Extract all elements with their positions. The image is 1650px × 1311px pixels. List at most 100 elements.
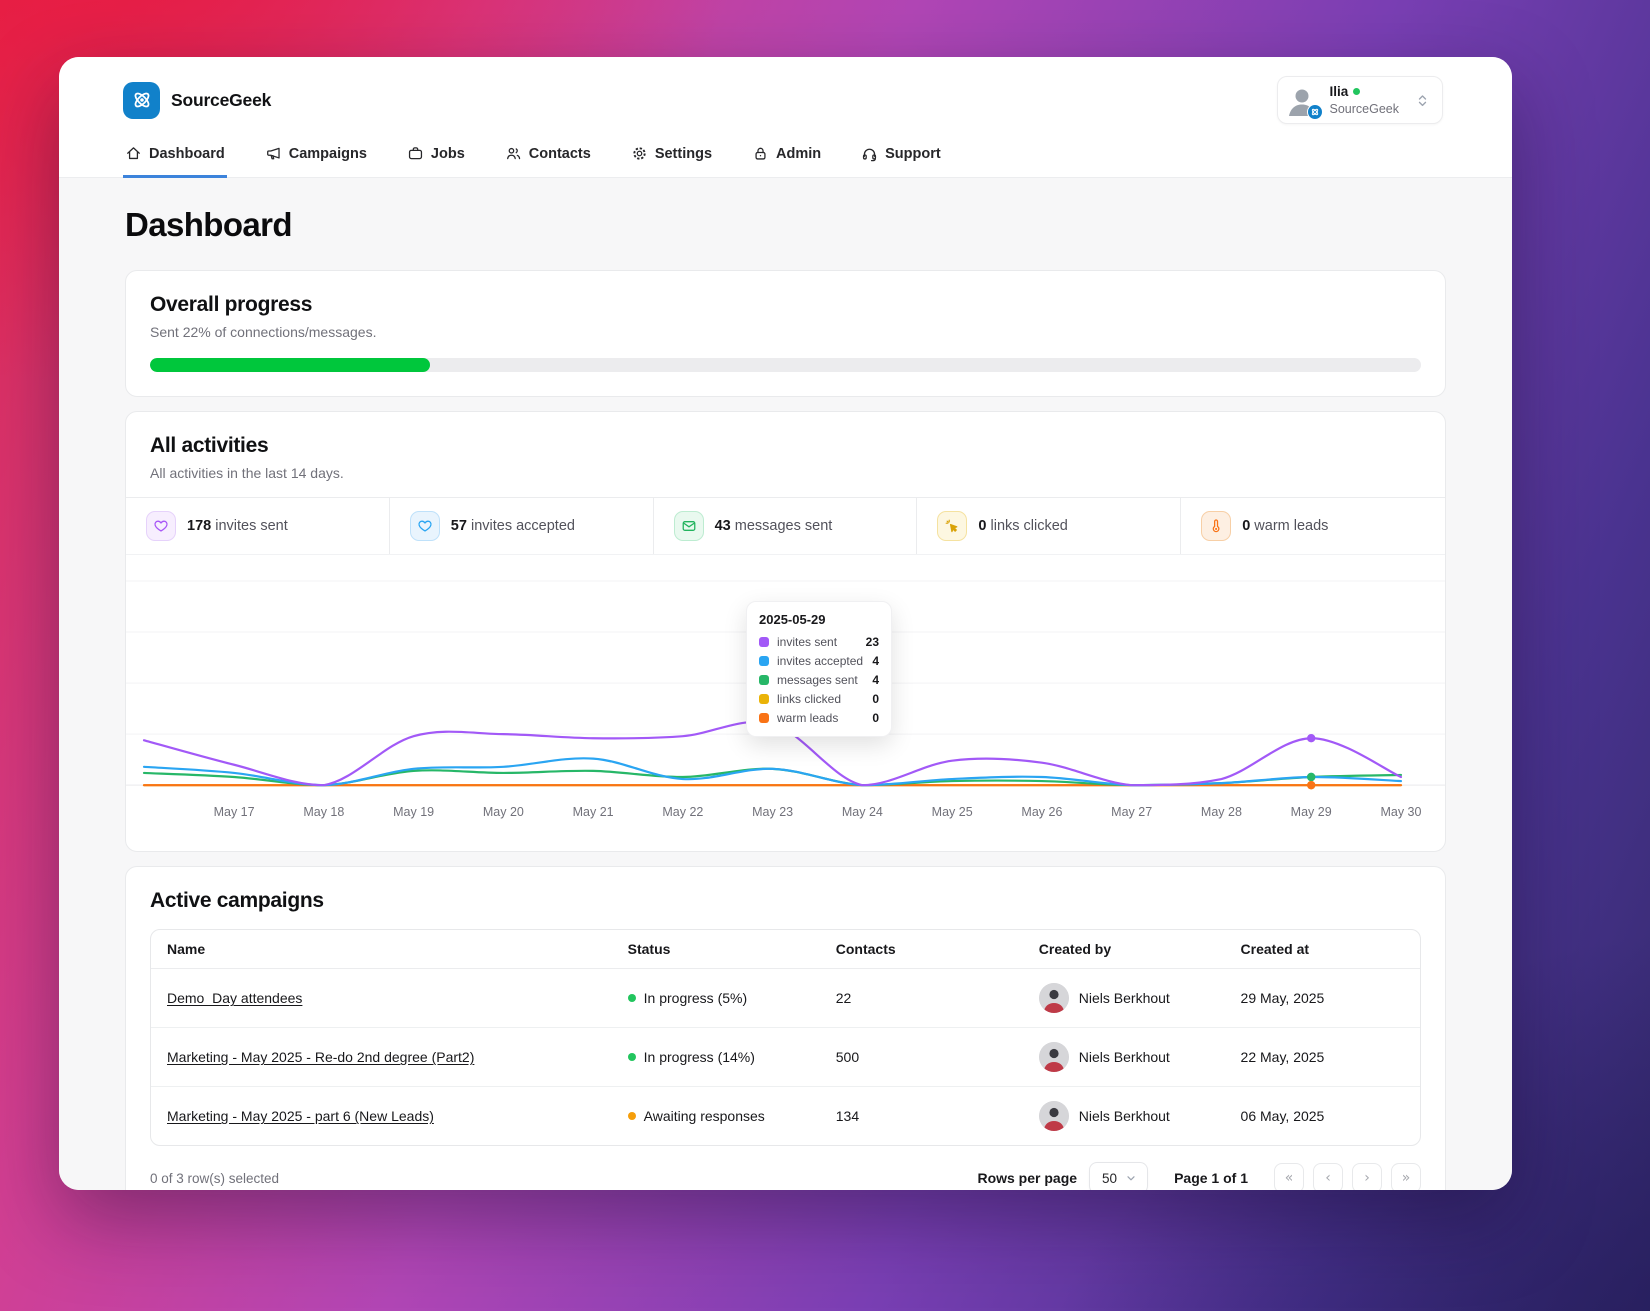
svg-text:May 26: May 26 — [1021, 805, 1062, 819]
series-swatch — [759, 637, 769, 647]
table-row: Marketing - May 2025 - part 6 (New Leads… — [151, 1087, 1420, 1145]
stat-invites-sent: 178 invites sent — [126, 498, 390, 554]
chart-tooltip: 2025-05-29 invites sent 23 invites accept… — [746, 601, 892, 737]
campaigns-table: Name Status Contacts Created by Created … — [150, 929, 1421, 1147]
contacts-count: 500 — [835, 1049, 860, 1066]
briefcase-icon — [408, 147, 423, 160]
headset-icon — [863, 148, 877, 162]
active-campaigns-title: Active campaigns — [150, 889, 324, 913]
avatar-org-badge-icon — [1306, 104, 1323, 120]
app-header: SourceGeek Ilia SourceGeek Dashboard Cam… — [59, 57, 1512, 178]
svg-text:May 25: May 25 — [932, 805, 973, 819]
status-dot — [627, 1053, 636, 1062]
contacts-count: 22 — [835, 990, 852, 1007]
col-contacts: Contacts — [835, 941, 896, 958]
page-indicator: Page 1 of 1 — [1174, 1170, 1248, 1187]
chevrons-up-down-icon — [1418, 94, 1427, 106]
thermometer-icon — [1201, 511, 1232, 541]
svg-text:May 28: May 28 — [1201, 805, 1242, 819]
svg-text:May 24: May 24 — [842, 805, 883, 819]
tab-contacts[interactable]: Contacts — [503, 139, 593, 178]
status-text: In progress (5%) — [643, 990, 748, 1007]
desktop-background: { "brand": { "name": "SourceGeek" }, "he… — [0, 0, 1650, 1311]
tab-jobs[interactable]: Jobs — [405, 139, 467, 178]
all-activities-title: All activities — [150, 434, 269, 457]
status-text: In progress (14%) — [643, 1049, 755, 1066]
main-content: Dashboard Overall progress Sent 22% of c… — [59, 178, 1512, 1190]
contacts-count: 134 — [835, 1108, 860, 1125]
tooltip-row: links clicked 0 — [759, 692, 879, 706]
tab-support[interactable]: Support — [859, 139, 943, 178]
user-name: Ilia — [1329, 84, 1349, 100]
tooltip-date: 2025-05-29 — [759, 612, 826, 627]
svg-text:May 27: May 27 — [1111, 805, 1152, 819]
active-campaigns-card: Active campaigns Name Status Contacts Cr… — [125, 866, 1446, 1190]
gear-icon — [633, 147, 646, 160]
tab-settings[interactable]: Settings — [629, 139, 714, 178]
table-footer: 0 of 3 row(s) selected Rows per page 50 … — [150, 1162, 1421, 1190]
status-dot — [627, 994, 636, 1003]
creator-name: Niels Berkhout — [1078, 1108, 1170, 1125]
tooltip-row: warm leads 0 — [759, 711, 879, 725]
created-at: 29 May, 2025 — [1240, 990, 1325, 1007]
rows-per-page-select[interactable]: 50 — [1089, 1162, 1149, 1190]
invites-accepted-icon — [409, 511, 440, 541]
col-status: Status — [627, 941, 671, 958]
all-activities-subtitle: All activities in the last 14 days. — [150, 465, 344, 481]
rows-per-page-label: Rows per page — [977, 1170, 1078, 1187]
user-menu[interactable]: Ilia SourceGeek — [1276, 76, 1443, 124]
mail-icon — [673, 511, 704, 541]
lock-icon — [755, 147, 766, 160]
page-title: Dashboard — [125, 206, 293, 243]
cursor-click-icon — [937, 511, 968, 541]
online-status-dot — [1353, 88, 1361, 96]
campaign-link[interactable]: Marketing - May 2025 - Re-do 2nd degree … — [167, 1049, 474, 1065]
table-header-row: Name Status Contacts Created by Created … — [151, 930, 1420, 970]
sourcegeek-logo-icon — [123, 81, 160, 119]
pagination: « ‹ › » — [1274, 1163, 1421, 1190]
progress-bar-fill — [150, 358, 430, 372]
rows-selected-text: 0 of 3 row(s) selected — [150, 1170, 280, 1186]
stat-messages-sent: 43 messages sent — [654, 498, 918, 554]
created-at: 22 May, 2025 — [1240, 1049, 1325, 1066]
col-created-by: Created by — [1038, 941, 1112, 958]
tooltip-row: invites sent 23 — [759, 635, 879, 649]
overall-progress-subtitle: Sent 22% of connections/messages. — [150, 324, 377, 340]
creator-name: Niels Berkhout — [1078, 1049, 1170, 1066]
overall-progress-title: Overall progress — [150, 293, 313, 316]
series-swatch — [759, 713, 769, 723]
app-window: SourceGeek Ilia SourceGeek Dashboard Cam… — [59, 57, 1512, 1190]
series-swatch — [759, 656, 769, 666]
first-page-button[interactable]: « — [1274, 1163, 1304, 1190]
all-activities-card: All activities All activities in the las… — [125, 411, 1446, 853]
created-at: 06 May, 2025 — [1240, 1108, 1325, 1125]
brand: SourceGeek — [123, 81, 272, 119]
prev-page-button[interactable]: ‹ — [1313, 1163, 1343, 1190]
svg-text:May 17: May 17 — [214, 805, 255, 819]
campaign-link[interactable]: Demo_Day attendees — [167, 990, 302, 1006]
brand-name: SourceGeek — [171, 89, 272, 110]
creator-name: Niels Berkhout — [1078, 990, 1170, 1007]
activity-chart-area[interactable]: May 17 May 18 May 19 May 20 May 21 May 22 May … — [126, 555, 1445, 851]
last-page-button[interactable]: » — [1391, 1163, 1421, 1190]
user-avatar — [1284, 82, 1323, 120]
svg-text:May 21: May 21 — [573, 805, 614, 819]
creator-avatar — [1038, 983, 1069, 1014]
svg-text:May 23: May 23 — [752, 805, 793, 819]
overall-progress-card: Overall progress Sent 22% of connections… — [125, 270, 1446, 397]
megaphone-icon — [266, 147, 280, 160]
campaign-link[interactable]: Marketing - May 2025 - part 6 (New Leads… — [167, 1108, 434, 1124]
activity-stats-row: 178 invites sent 57 invites accepted 43 … — [126, 497, 1445, 555]
tab-campaigns[interactable]: Campaigns — [263, 139, 369, 178]
creator-avatar — [1038, 1042, 1069, 1073]
status-dot — [627, 1112, 636, 1121]
invites-sent-icon — [146, 511, 176, 541]
next-page-button[interactable]: › — [1352, 1163, 1382, 1190]
series-swatch — [759, 694, 769, 704]
series-swatch — [759, 675, 769, 685]
main-nav: Dashboard Campaigns Jobs Contacts Settin… — [123, 139, 1443, 178]
svg-text:May 29: May 29 — [1291, 805, 1332, 819]
tab-dashboard[interactable]: Dashboard — [123, 139, 227, 178]
users-icon — [506, 147, 520, 160]
tab-admin[interactable]: Admin — [750, 139, 823, 178]
